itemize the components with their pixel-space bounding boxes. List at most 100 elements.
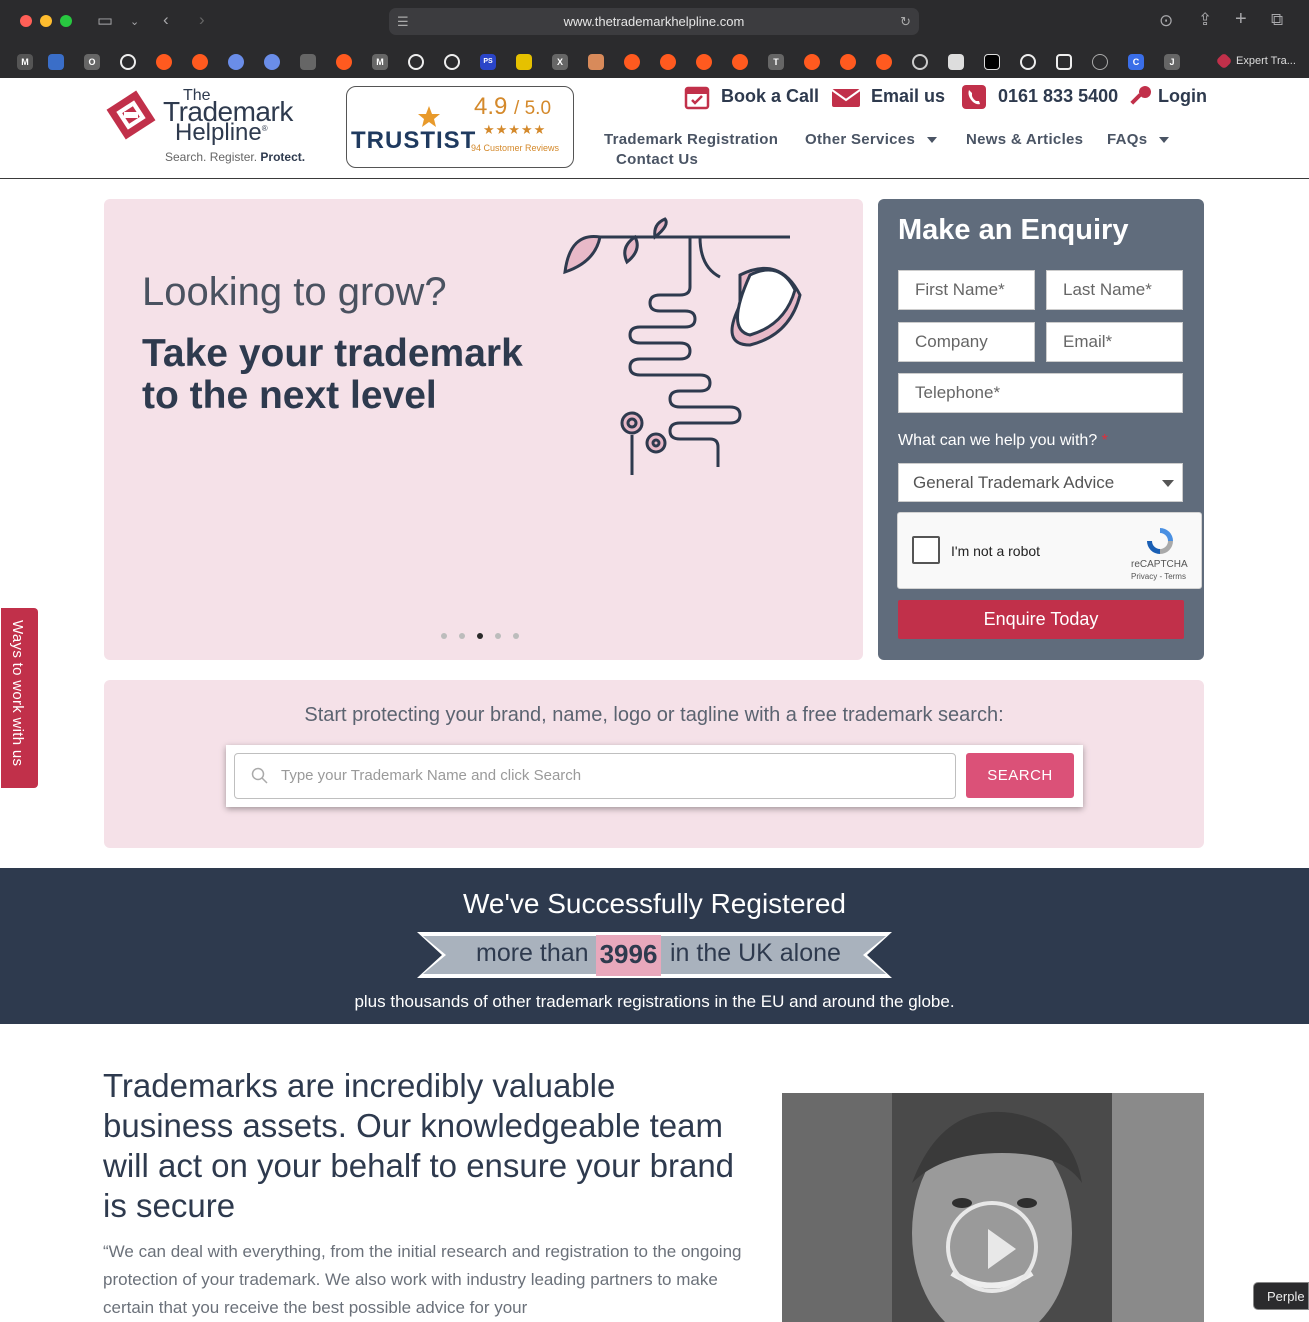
close-window-button[interactable] [20, 15, 32, 27]
trustist-star-icon [418, 106, 440, 127]
reddit-icon[interactable] [336, 54, 352, 70]
pinned-tab-favicon[interactable] [300, 54, 316, 70]
pinned-tab-favicon[interactable]: O [84, 54, 100, 70]
recaptcha-widget: I'm not a robot reCAPTCHA Privacy - Term… [897, 512, 1202, 589]
nav-faqs[interactable]: FAQs [1107, 131, 1170, 148]
value-paragraph: “We can deal with everything, from the i… [103, 1242, 742, 1317]
carousel-dot[interactable] [441, 633, 447, 639]
recaptcha-privacy-terms[interactable]: Privacy - Terms [1131, 572, 1186, 581]
reddit-icon[interactable] [804, 54, 820, 70]
github-icon[interactable] [120, 54, 136, 70]
trademark-helpline-logo-icon[interactable] [104, 88, 158, 142]
book-call-link[interactable]: Book a Call [721, 86, 819, 107]
github-icon[interactable] [444, 54, 460, 70]
recaptcha-checkbox[interactable] [912, 536, 940, 564]
github-icon[interactable] [408, 54, 424, 70]
page-settings-icon[interactable]: ☰ [397, 8, 409, 35]
nav-trademark-registration[interactable]: Trademark Registration [604, 131, 778, 148]
enquire-today-button[interactable]: Enquire Today [898, 600, 1184, 639]
chevron-down-icon [1159, 137, 1170, 144]
carousel-dot-active[interactable] [477, 633, 483, 639]
perplexity-overlay-tab[interactable]: Perple [1253, 1282, 1309, 1310]
play-video-button[interactable] [946, 1201, 1038, 1293]
phone-icon[interactable] [961, 84, 987, 110]
reddit-icon[interactable] [624, 54, 640, 70]
pinned-tab-favicon[interactable]: M [372, 54, 388, 70]
browser-chrome: ▭ ⌄ ‹ › www.thetrademarkhelpline.com ☰ ↻… [0, 0, 1309, 78]
ways-to-work-tab[interactable]: Ways to work with us [1, 608, 38, 788]
chevron-down-icon [1162, 480, 1174, 487]
reload-icon[interactable]: ↻ [900, 8, 911, 35]
pinned-tab-favicon[interactable] [912, 54, 928, 70]
pinned-tab-favicon[interactable] [1056, 54, 1072, 70]
carousel-dot[interactable] [513, 633, 519, 639]
reddit-icon[interactable] [192, 54, 208, 70]
share-icon[interactable]: ⇪ [1198, 10, 1212, 30]
address-bar[interactable]: www.thetrademarkhelpline.com ☰ ↻ [389, 8, 919, 35]
last-name-field[interactable]: Last Name* [1046, 270, 1183, 310]
minimize-window-button[interactable] [40, 15, 52, 27]
value-heading: Trademarks are incredibly valuable busin… [103, 1067, 735, 1224]
pinned-tabs-bar: M O M PS X T C J [0, 48, 1309, 76]
reddit-icon[interactable] [696, 54, 712, 70]
search-heading: Start protecting your brand, name, logo … [304, 704, 1004, 726]
recaptcha-brand: reCAPTCHA [1131, 559, 1188, 570]
pinned-tab-favicon[interactable] [48, 54, 64, 70]
x-icon[interactable] [984, 54, 1000, 70]
envelope-icon[interactable] [831, 84, 861, 110]
company-field[interactable]: Company [898, 322, 1035, 362]
login-link[interactable]: Login [1158, 86, 1207, 107]
search-button[interactable]: SEARCH [966, 753, 1074, 798]
help-topic-select[interactable]: General Trademark Advice [898, 463, 1183, 502]
stats-prefix: more than [476, 939, 589, 967]
github-icon[interactable] [1020, 54, 1036, 70]
nav-news-articles[interactable]: News & Articles [966, 131, 1083, 148]
pinned-tab-favicon[interactable]: PS [480, 54, 496, 70]
active-tab-title[interactable]: Expert Tra... [1236, 55, 1296, 67]
carousel-dot[interactable] [495, 633, 501, 639]
pinned-tab-favicon[interactable] [228, 54, 244, 70]
forward-icon[interactable]: › [199, 10, 205, 30]
reddit-icon[interactable] [660, 54, 676, 70]
calendar-check-icon[interactable] [684, 84, 710, 110]
nav-contact-us[interactable]: Contact Us [616, 151, 698, 168]
pinned-tab-favicon[interactable]: X [552, 54, 568, 70]
tab-overview-icon[interactable]: ⧉ [1271, 10, 1283, 30]
nav-other-services[interactable]: Other Services [805, 131, 938, 148]
pinned-tab-favicon[interactable]: M [17, 54, 33, 70]
compass-icon[interactable] [1092, 54, 1108, 70]
reddit-icon[interactable] [732, 54, 748, 70]
zoom-window-button[interactable] [60, 15, 72, 27]
stats-subtext: plus thousands of other trademark regist… [354, 992, 955, 1011]
reddit-icon[interactable] [840, 54, 856, 70]
phone-link[interactable]: 0161 833 5400 [998, 86, 1118, 107]
telephone-field[interactable]: Telephone* [898, 373, 1183, 413]
reddit-icon[interactable] [156, 54, 172, 70]
pinned-tab-favicon[interactable] [264, 54, 280, 70]
sidebar-toggle-icon[interactable]: ▭ [97, 11, 113, 31]
trustist-badge[interactable]: TRUSTIST 4.9 / 5.0 ★★★★★ 94 Customer Rev… [346, 86, 574, 168]
chevron-down-icon[interactable]: ⌄ [130, 12, 139, 32]
trustist-review-count: 94 Customer Reviews [471, 143, 560, 153]
new-tab-icon[interactable]: + [1235, 9, 1247, 29]
reddit-icon[interactable] [876, 54, 892, 70]
pinned-tab-favicon[interactable] [516, 54, 532, 70]
search-icon [251, 767, 268, 784]
back-icon[interactable]: ‹ [163, 10, 169, 30]
first-name-field[interactable]: First Name* [898, 270, 1035, 310]
stats-suffix: in the UK alone [670, 939, 841, 967]
key-icon[interactable] [1127, 84, 1153, 110]
pinned-tab-favicon[interactable] [588, 54, 604, 70]
pinned-tab-favicon[interactable]: T [768, 54, 784, 70]
pinned-tab-favicon[interactable]: C [1128, 54, 1144, 70]
trademark-search-input[interactable]: Type your Trademark Name and click Searc… [234, 753, 956, 799]
download-icon[interactable]: ⊙ [1159, 11, 1173, 31]
email-field[interactable]: Email* [1046, 322, 1183, 362]
play-icon [988, 1229, 1016, 1269]
carousel-dot[interactable] [459, 633, 465, 639]
hero-heading: Take your trademark to the next level [142, 332, 523, 417]
pinned-tab-favicon[interactable]: J [1164, 54, 1180, 70]
email-us-link[interactable]: Email us [871, 86, 945, 107]
trustist-score: 4.9 / 5.0 [474, 93, 552, 120]
pinned-tab-favicon[interactable] [948, 54, 964, 70]
